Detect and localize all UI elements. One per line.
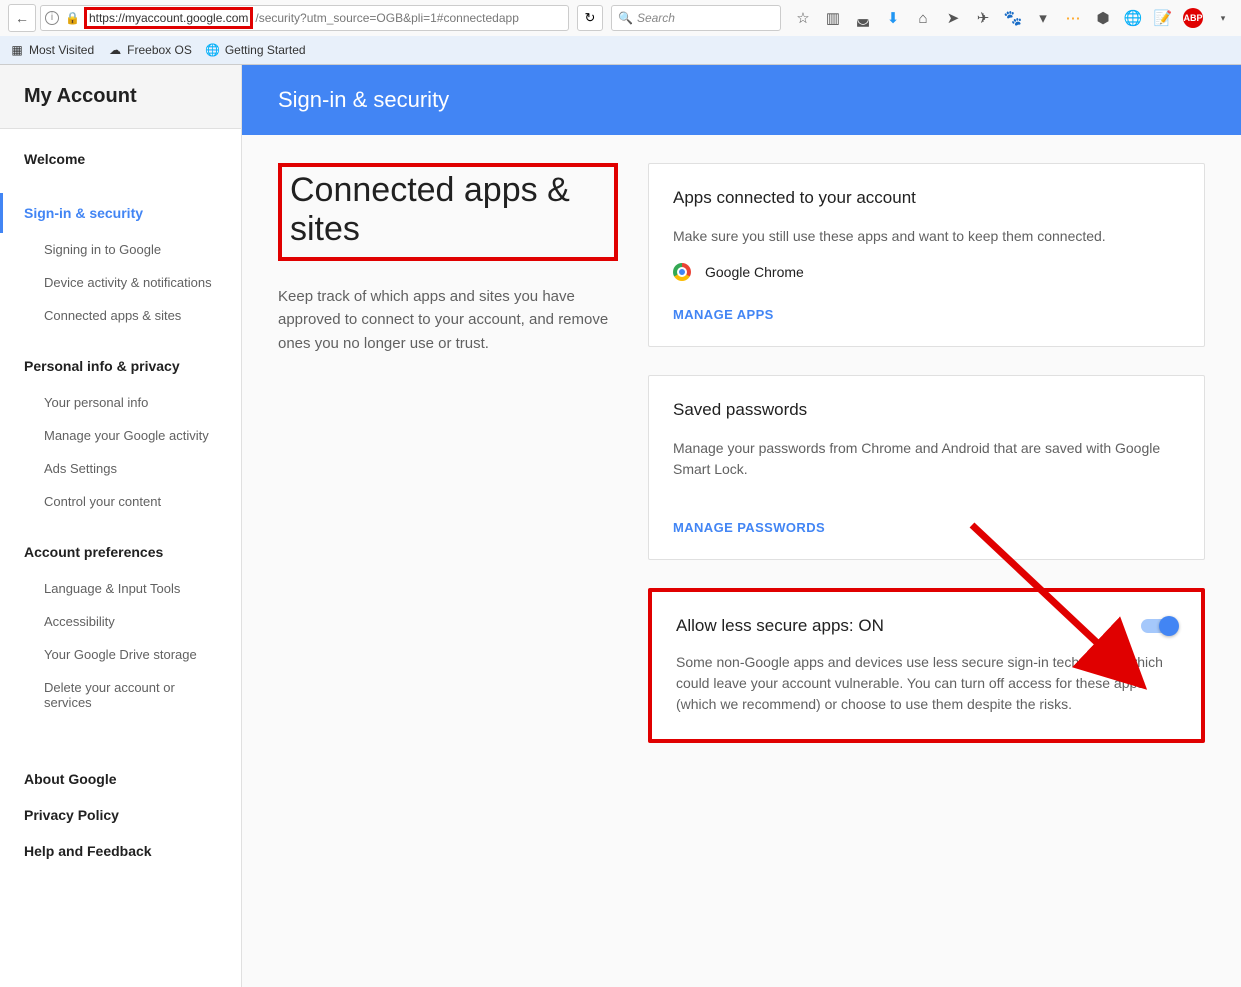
home-icon[interactable]: ⌂ [913, 8, 933, 28]
bookmark-label: Most Visited [29, 43, 94, 57]
bookmark-label: Freebox OS [127, 43, 192, 57]
sidebar-item-1-0[interactable]: Signing in to Google [0, 233, 241, 266]
card-connected-apps: Apps connected to your account Make sure… [648, 163, 1205, 347]
sidebar-item-3-1[interactable]: Accessibility [0, 605, 241, 638]
chrome-icon [673, 263, 691, 281]
bookmark-label: Getting Started [225, 43, 306, 57]
search-placeholder: Search [637, 11, 675, 25]
manage-passwords-link[interactable]: MANAGE PASSWORDS [673, 520, 1180, 535]
sidebar-item-3-3[interactable]: Delete your account or services [0, 671, 241, 719]
note-icon[interactable]: 📝 [1153, 8, 1173, 28]
bookmark-star-icon[interactable]: ☆ [793, 8, 813, 28]
dropdown-icon[interactable]: ▾ [1033, 8, 1053, 28]
sidebar-item-2-1[interactable]: Manage your Google activity [0, 419, 241, 452]
sidebar-footer-link-1[interactable]: Privacy Policy [0, 797, 241, 833]
content-header: Sign-in & security [242, 65, 1241, 135]
card-desc: Manage your passwords from Chrome and An… [673, 438, 1180, 480]
sidebar-head-1[interactable]: Sign-in & security [0, 193, 241, 233]
intro-column: Connected apps & sites Keep track of whi… [278, 163, 618, 743]
page-title: Connected apps & sites [290, 171, 598, 249]
search-icon: 🔍 [618, 11, 633, 25]
card-title: Saved passwords [673, 400, 1180, 420]
address-bar[interactable]: i 🔒 https://myaccount.google.com /securi… [40, 5, 569, 31]
sidebar-header: My Account [0, 65, 241, 129]
sidebar-item-3-0[interactable]: Language & Input Tools [0, 572, 241, 605]
sidebar-item-3-2[interactable]: Your Google Drive storage [0, 638, 241, 671]
less-secure-toggle[interactable] [1141, 619, 1177, 633]
send-icon[interactable]: ✈ [973, 8, 993, 28]
nav-toolbar: ← i 🔒 https://myaccount.google.com /secu… [0, 0, 1241, 36]
globe-small-icon: 🌐 [206, 43, 220, 57]
sidebar-footer-link-2[interactable]: Help and Feedback [0, 833, 241, 869]
info-icon[interactable]: i [45, 11, 59, 25]
sidebar-head-3[interactable]: Account preferences [0, 532, 241, 572]
sidebar-item-2-0[interactable]: Your personal info [0, 386, 241, 419]
bookmark-freebox[interactable]: ☁ Freebox OS [108, 43, 192, 57]
sidebar-item-2-2[interactable]: Ads Settings [0, 452, 241, 485]
sidebar-item-1-2[interactable]: Connected apps & sites [0, 299, 241, 332]
cursor-icon[interactable]: ➤ [943, 8, 963, 28]
page-title-highlight: Connected apps & sites [278, 163, 618, 261]
page: My Account WelcomeSign-in & securitySign… [0, 65, 1241, 987]
bookmark-most-visited[interactable]: ▦ Most Visited [10, 43, 94, 57]
card-title: Apps connected to your account [673, 188, 1180, 208]
card-title: Allow less secure apps: ON [676, 616, 884, 636]
bookmarks-bar: ▦ Most Visited ☁ Freebox OS 🌐 Getting St… [0, 36, 1241, 64]
abp-dropdown-icon[interactable]: ▾ [1213, 8, 1233, 28]
dots-icon[interactable]: ⋯ [1063, 8, 1083, 28]
lock-icon: 🔒 [65, 11, 80, 25]
content: Sign-in & security Connected apps & site… [242, 65, 1241, 987]
grid-icon: ▦ [10, 43, 24, 57]
card-saved-passwords: Saved passwords Manage your passwords fr… [648, 375, 1205, 560]
cloud-icon: ☁ [108, 43, 122, 57]
toolbar-icons: ☆ ▥ ◛ ⬇ ⌂ ➤ ✈ 🐾 ▾ ⋯ ⬢ 🌐 📝 ABP ▾ [793, 8, 1233, 28]
app-row: Google Chrome [673, 263, 1180, 281]
browser-chrome: ← i 🔒 https://myaccount.google.com /secu… [0, 0, 1241, 65]
pocket-icon[interactable]: ◛ [853, 8, 873, 28]
back-button[interactable]: ← [8, 4, 36, 32]
addon-icon-1[interactable]: 🐾 [1003, 8, 1023, 28]
url-host: https://myaccount.google.com [84, 7, 253, 29]
sidebar: My Account Welcome Sign-in & securitySign… [0, 65, 242, 987]
card-desc: Make sure you still use these apps and w… [673, 226, 1180, 247]
search-box[interactable]: 🔍 Search [611, 5, 781, 31]
abp-icon[interactable]: ABP [1183, 8, 1203, 28]
card-desc: Some non-Google apps and devices use les… [676, 652, 1177, 715]
section-title: Sign-in & security [278, 87, 1205, 113]
download-icon[interactable]: ⬇ [883, 8, 903, 28]
app-title: My Account [24, 85, 217, 108]
sidebar-item-2-3[interactable]: Control your content [0, 485, 241, 518]
sidebar-footer-link-0[interactable]: About Google [0, 761, 241, 797]
library-icon[interactable]: ▥ [823, 8, 843, 28]
bookmark-getting-started[interactable]: 🌐 Getting Started [206, 43, 306, 57]
reload-button[interactable]: ↻ [577, 5, 603, 31]
cards-column: Apps connected to your account Make sure… [648, 163, 1205, 743]
card-less-secure-apps: Allow less secure apps: ON Some non-Goog… [648, 588, 1205, 743]
page-intro: Keep track of which apps and sites you h… [278, 285, 618, 355]
manage-apps-link[interactable]: MANAGE APPS [673, 307, 1180, 322]
sidebar-head-2[interactable]: Personal info & privacy [0, 346, 241, 386]
url-path: /security?utm_source=OGB&pli=1#connected… [255, 11, 519, 25]
globe-icon[interactable]: 🌐 [1123, 8, 1143, 28]
addon-icon-2[interactable]: ⬢ [1093, 8, 1113, 28]
toggle-row: Allow less secure apps: ON [676, 616, 1177, 636]
app-name: Google Chrome [705, 264, 804, 280]
sidebar-head-0[interactable]: Welcome [0, 139, 241, 179]
content-body: Connected apps & sites Keep track of whi… [242, 135, 1241, 771]
sidebar-item-1-1[interactable]: Device activity & notifications [0, 266, 241, 299]
